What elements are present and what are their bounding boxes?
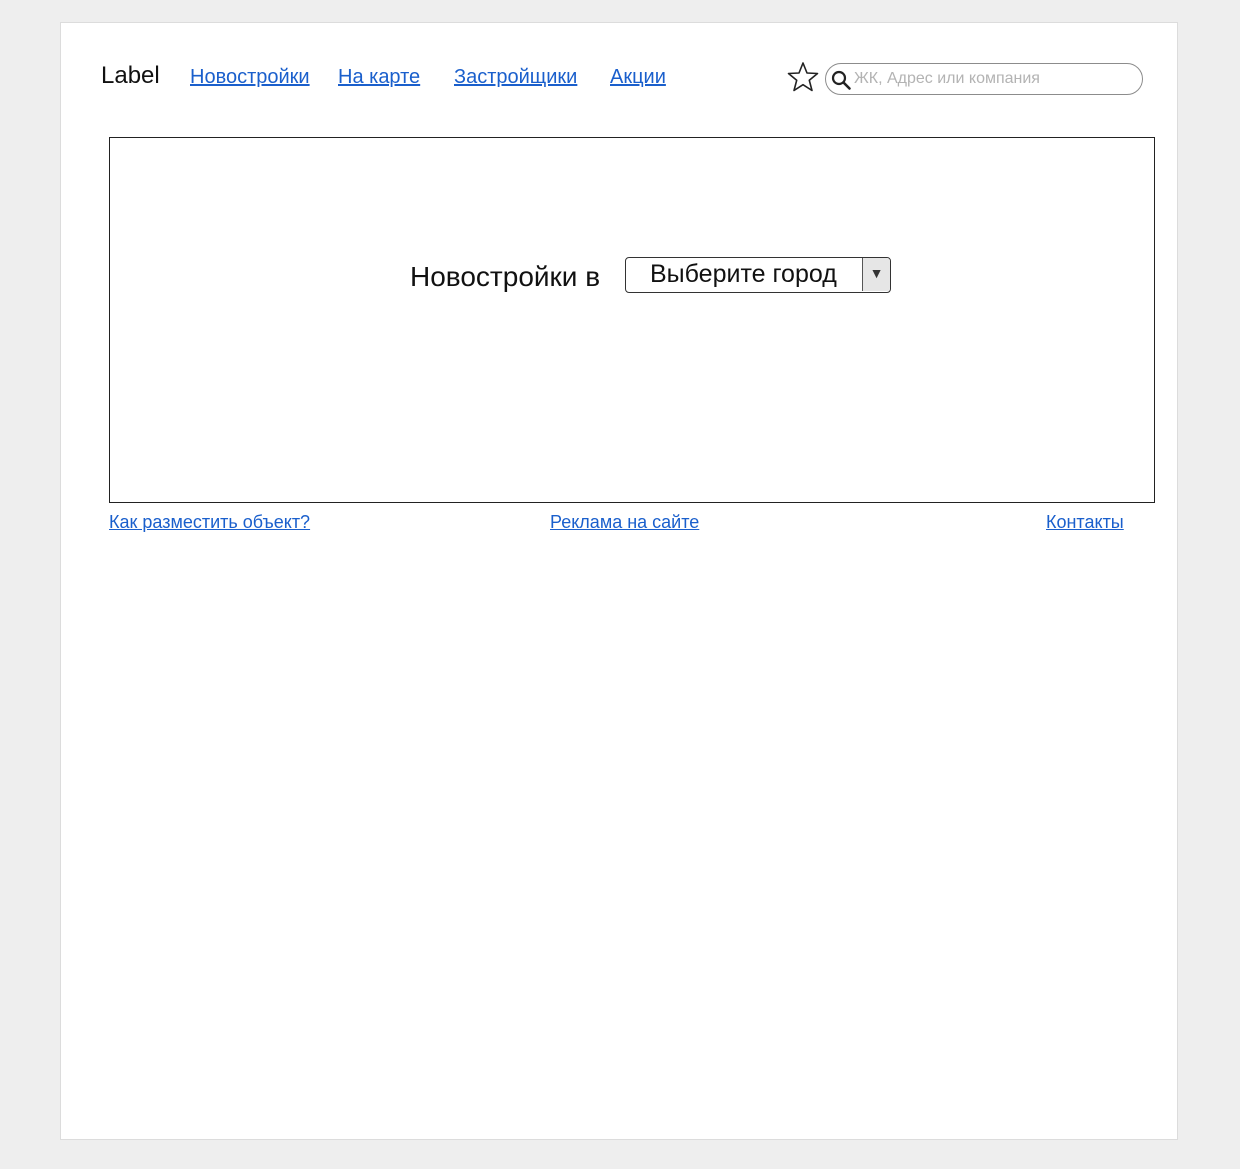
footer-link-advertising[interactable]: Реклама на сайте <box>550 510 699 534</box>
search-icon[interactable] <box>830 69 852 91</box>
nav-link-aktsii[interactable]: Акции <box>610 64 666 90</box>
star-icon[interactable] <box>787 61 819 93</box>
page-frame: Label Новостройки На карте Застройщики А… <box>60 22 1178 1140</box>
search-box <box>825 63 1143 95</box>
nav-link-na-karte[interactable]: На карте <box>338 64 420 90</box>
footer-link-place-object[interactable]: Как разместить объект? <box>109 510 310 534</box>
nav-link-novostroyki[interactable]: Новостройки <box>190 64 310 90</box>
footer-link-contacts[interactable]: Контакты <box>1046 510 1124 534</box>
search-input[interactable] <box>854 66 1136 92</box>
nav-link-zastroyshchiki[interactable]: Застройщики <box>454 64 577 90</box>
dropdown-arrow-icon[interactable]: ▼ <box>862 258 890 291</box>
city-select[interactable]: Выберите город ▼ <box>625 257 891 293</box>
hero-panel: Новостройки в Выберите город ▼ <box>109 137 1155 503</box>
city-select-value[interactable]: Выберите город <box>650 258 837 291</box>
site-logo[interactable]: Label <box>101 61 160 91</box>
hero-title: Новостройки в <box>410 261 601 292</box>
